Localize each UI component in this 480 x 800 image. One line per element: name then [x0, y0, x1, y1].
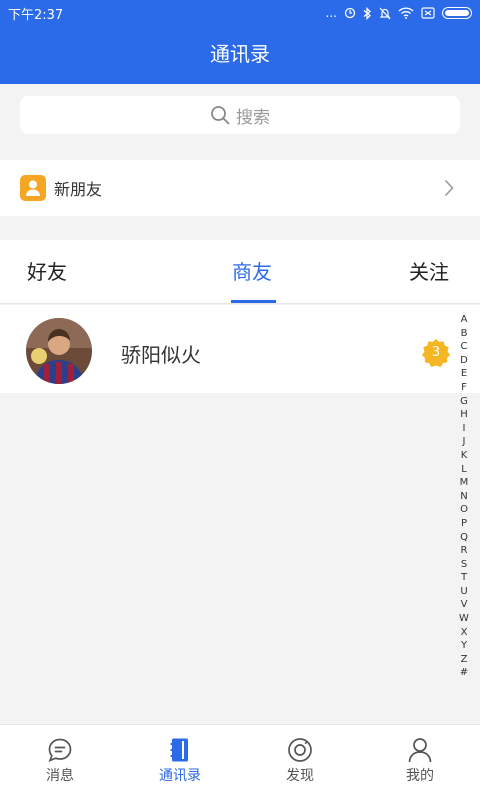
index-letter[interactable]: Z: [461, 653, 468, 667]
search-placeholder: 搜索: [236, 107, 270, 128]
bluetooth-icon: [363, 6, 371, 20]
page-title: 通讯录: [210, 42, 270, 66]
sim-icon: [421, 7, 435, 19]
app-header: 下午2:37 ... 通讯录: [0, 0, 480, 84]
index-letter[interactable]: M: [460, 476, 469, 490]
index-letter[interactable]: U: [460, 585, 467, 599]
index-letter[interactable]: F: [461, 381, 467, 395]
index-letter[interactable]: L: [461, 463, 467, 477]
index-letter[interactable]: P: [461, 517, 467, 531]
index-letter[interactable]: T: [461, 571, 467, 585]
nav-messages[interactable]: 消息: [0, 725, 120, 800]
index-letter[interactable]: D: [460, 354, 468, 368]
nav-label-messages: 消息: [46, 768, 74, 784]
index-letter[interactable]: X: [461, 626, 468, 640]
index-letter[interactable]: K: [461, 449, 468, 463]
index-letter[interactable]: V: [461, 598, 468, 612]
profile-icon: [408, 738, 432, 763]
index-letter[interactable]: R: [461, 544, 468, 558]
new-friend-person-icon: [20, 175, 46, 201]
index-letter[interactable]: #: [460, 666, 468, 680]
mute-bell-icon: [379, 7, 391, 19]
wifi-icon: [398, 7, 414, 19]
nav-discover[interactable]: 发现: [240, 725, 360, 800]
nav-profile[interactable]: 我的: [360, 725, 480, 800]
index-letter[interactable]: E: [461, 367, 467, 381]
nav-label-contacts: 通讯录: [159, 768, 201, 784]
status-time: 下午2:37: [8, 7, 64, 23]
index-letter[interactable]: Y: [461, 639, 467, 653]
more-dots-icon: ...: [325, 6, 337, 20]
index-letter[interactable]: G: [460, 395, 468, 409]
index-letter[interactable]: B: [461, 327, 468, 341]
contact-row[interactable]: 骄阳似火 3: [0, 305, 480, 393]
new-friends-label: 新朋友: [54, 180, 103, 199]
contact-name: 骄阳似火: [121, 343, 201, 367]
battery-icon: [442, 7, 472, 19]
new-friends-row[interactable]: 新朋友: [0, 160, 480, 216]
badge-count: 3: [431, 345, 441, 360]
contacts-book-icon: [170, 738, 188, 762]
tab-business-friends[interactable]: 商友: [232, 256, 272, 285]
search-bar[interactable]: 搜索: [20, 96, 460, 134]
nav-label-profile: 我的: [406, 768, 434, 784]
chat-icon: [48, 738, 72, 763]
index-letter[interactable]: H: [460, 408, 468, 422]
index-letter[interactable]: A: [461, 313, 468, 327]
index-letter[interactable]: O: [460, 503, 468, 517]
discover-icon: [288, 738, 312, 762]
alarm-icon: [344, 7, 356, 19]
index-letter[interactable]: S: [461, 558, 467, 572]
index-letter[interactable]: J: [463, 435, 466, 449]
nav-label-discover: 发现: [286, 768, 314, 784]
unread-badge: 3: [421, 338, 451, 368]
index-letter[interactable]: Q: [460, 531, 468, 545]
bottom-navigation: 消息 通讯录 发现 我的: [0, 724, 480, 800]
contact-tabs: 好友 商友 关注: [0, 240, 480, 304]
tab-friends[interactable]: 好友: [27, 256, 67, 285]
index-letter[interactable]: C: [461, 340, 468, 354]
index-letter[interactable]: W: [459, 612, 469, 626]
avatar: [26, 318, 92, 384]
tab-following[interactable]: 关注: [409, 256, 449, 285]
index-letter[interactable]: I: [463, 422, 466, 436]
alphabet-index-bar[interactable]: A B C D E F G H I J K L M N O P Q R S T U V W X Y Z #: [455, 313, 473, 680]
search-icon: [211, 106, 230, 125]
chevron-right-icon: [444, 179, 454, 197]
active-tab-indicator: [231, 300, 276, 303]
status-icons: ...: [326, 6, 472, 20]
nav-contacts[interactable]: 通讯录: [120, 725, 240, 800]
status-bar: 下午2:37 ...: [0, 0, 480, 26]
index-letter[interactable]: N: [460, 490, 467, 504]
